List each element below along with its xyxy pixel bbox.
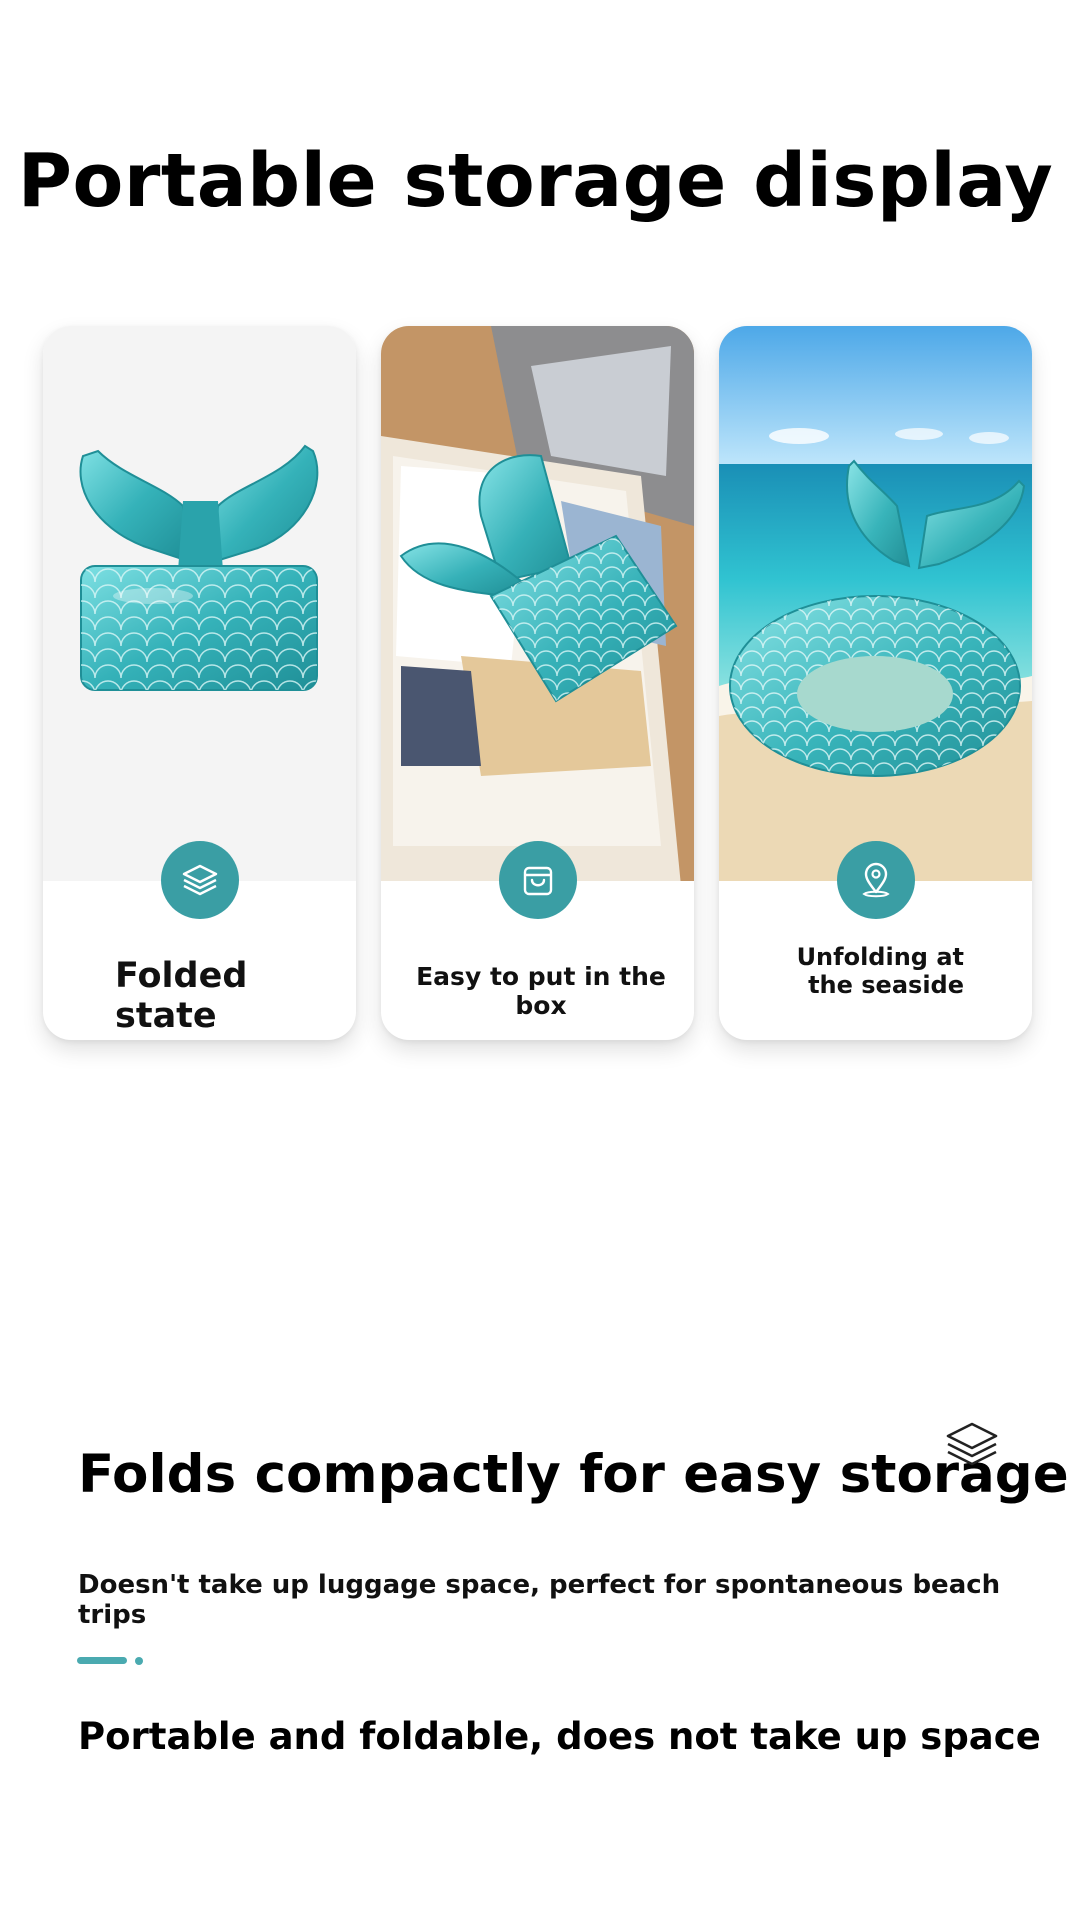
accent-divider	[77, 1656, 145, 1666]
card-label: Unfolding at the seaside	[796, 943, 964, 999]
beach-image	[719, 326, 1032, 881]
shopping-bag-icon	[499, 841, 577, 919]
section-footer: Portable and foldable, does not take up …	[78, 1715, 1041, 1758]
card-label: Folded state	[115, 956, 248, 1036]
suitcase-image	[381, 326, 694, 881]
section-subtitle: Doesn't take up luggage space, perfect f…	[78, 1570, 1001, 1630]
feature-card-suitcase: Easy to put in the box	[381, 326, 694, 1040]
card-label: Easy to put in the box	[416, 962, 666, 1020]
feature-card-seaside: Unfolding at the seaside	[719, 326, 1032, 1040]
layers-icon	[944, 1420, 1000, 1476]
location-pin-icon	[837, 841, 915, 919]
layers-icon	[161, 841, 239, 919]
feature-card-folded: Folded state	[43, 326, 356, 1040]
folded-float-image	[43, 326, 356, 881]
page-title: Portable storage display	[17, 138, 1054, 224]
section-title: Folds compactly for easy storage	[78, 1444, 1069, 1505]
